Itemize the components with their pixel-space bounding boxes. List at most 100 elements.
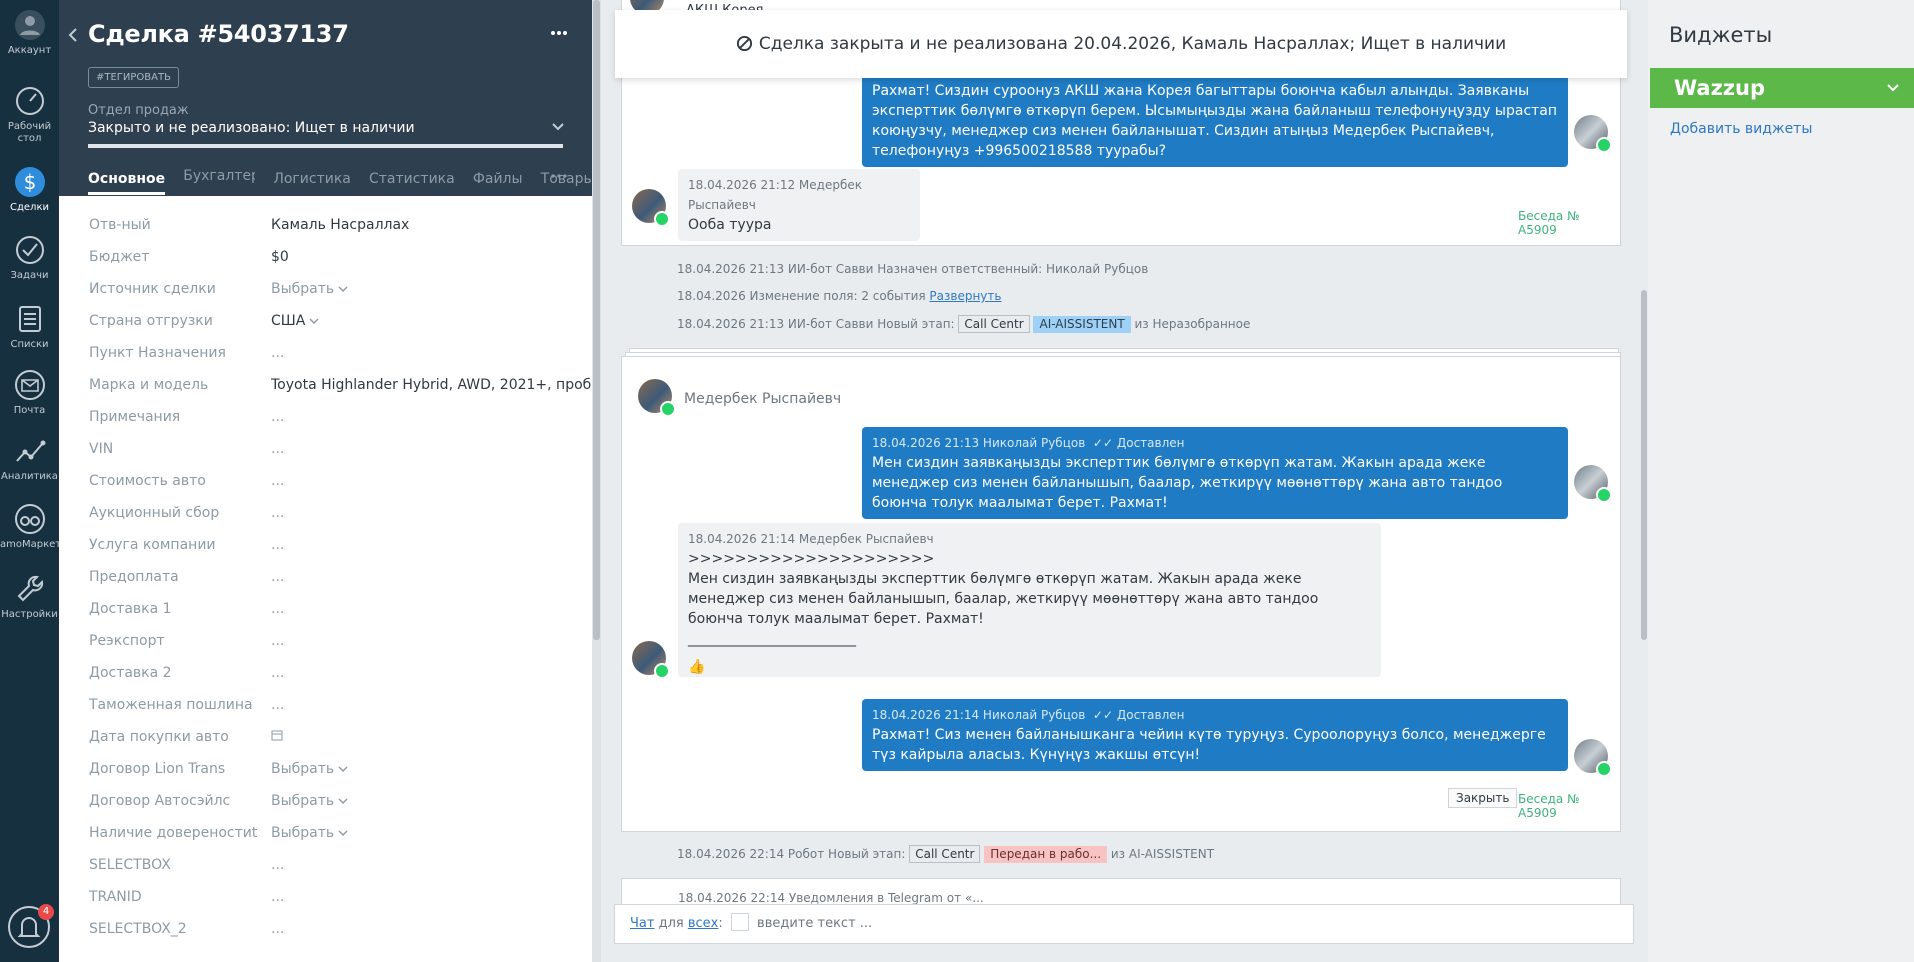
field-value[interactable]: ... (271, 921, 284, 937)
field-value[interactable]: США (271, 313, 319, 329)
nav-settings[interactable]: Настройки (0, 572, 59, 621)
whatsapp-icon (1596, 487, 1612, 503)
card-scrollbar[interactable] (593, 0, 600, 640)
nav-market[interactable]: amoМаркет (0, 502, 61, 551)
field-row: TRANID... (59, 882, 593, 914)
field-value[interactable]: $0 (271, 249, 289, 265)
chat-recipient-link[interactable]: всех (688, 916, 719, 931)
client-avatar (632, 641, 670, 679)
field-label: Договор Lion Trans (89, 761, 226, 777)
field-row: Примечания... (59, 402, 593, 434)
nav-mail[interactable]: Почта (0, 368, 59, 417)
more-dots-icon[interactable] (549, 170, 569, 182)
outgoing-message: Рахмат! Сиздин суроонуз АКШ жана Корея б… (862, 75, 1568, 167)
field-value[interactable] (271, 729, 283, 745)
field-value[interactable]: ... (271, 601, 284, 617)
nav-lists[interactable]: Списки (0, 302, 59, 351)
stage-tag: Передан в рабо... (984, 846, 1108, 863)
field-value[interactable]: Камаль Насраллах (271, 217, 409, 233)
dollar-icon: $ (14, 167, 45, 197)
tab-main[interactable]: Основное (88, 171, 166, 195)
tab-accounting[interactable]: Бухгалтерия (183, 168, 255, 184)
field-value[interactable]: ... (271, 665, 284, 681)
calendar-icon[interactable] (271, 729, 283, 741)
stage-tag: AI-AISSISTENT (1033, 316, 1131, 333)
nav-tasks[interactable]: Задачи (0, 233, 59, 282)
field-label: Бюджет (89, 249, 150, 265)
nav-analytics[interactable]: Аналитика (0, 434, 59, 483)
chevron-down-icon[interactable] (309, 317, 319, 325)
main-nav: Аккаунт Рабочий стол $ Сделки Задачи Спи… (0, 0, 61, 962)
nav-account[interactable]: Аккаунт (0, 8, 59, 57)
conversation-link[interactable]: Беседа № А5909 (1518, 209, 1620, 237)
whatsapp-icon (660, 401, 676, 417)
field-label: Источник сделки (89, 281, 216, 297)
field-value[interactable]: ... (271, 345, 284, 361)
chevron-down-icon[interactable] (338, 829, 348, 837)
deal-title: Сделка #54037137 (88, 20, 349, 48)
field-value[interactable]: ... (271, 857, 284, 873)
recipient-select[interactable] (730, 913, 749, 931)
field-label: Страна отгрузки (89, 313, 213, 329)
chat-text-input[interactable]: введите текст ... (757, 916, 872, 931)
status-select[interactable]: Закрыто и не реализовано: Ищет в наличии (88, 120, 415, 136)
conversation-link[interactable]: Беседа № А5909 (1518, 792, 1620, 820)
status-progress-bar (88, 144, 563, 148)
conversation-contact-name: Медербек Рыспайевч (684, 391, 842, 407)
field-value[interactable]: Выбрать (271, 281, 348, 297)
more-dots-icon[interactable] (548, 26, 570, 40)
outgoing-message: 18.04.2026 21:13 Николай Рубцов ✓✓ Доста… (862, 427, 1568, 519)
nav-leads[interactable]: $ Сделки (0, 165, 59, 214)
expand-link[interactable]: Развернуть (929, 289, 1001, 303)
chat-mode-link[interactable]: Чат (630, 916, 654, 931)
field-value[interactable]: Выбрать (271, 761, 348, 777)
chevron-down-icon[interactable] (1886, 82, 1900, 94)
field-row: Предоплата... (59, 562, 593, 594)
feed-scrollbar[interactable] (1641, 290, 1647, 640)
field-value[interactable]: Toyota Highlander Hybrid, AWD, 2021+, пр… (271, 377, 593, 393)
field-value[interactable]: ... (271, 441, 284, 457)
field-value[interactable]: ... (271, 505, 284, 521)
field-value[interactable]: ... (271, 569, 284, 585)
field-value[interactable]: Выбрать (271, 825, 348, 841)
add-widgets-link[interactable]: Добавить виджеты (1670, 121, 1812, 137)
close-conversation-button[interactable]: Закрыть (1448, 788, 1518, 808)
deal-card: Сделка #54037137 #ТЕГИРОВАТЬ Отдел прода… (59, 0, 593, 962)
field-label: Таможенная пошлина (89, 697, 253, 713)
field-row: Стоимость авто... (59, 466, 593, 498)
field-row: Страна отгрузки США (59, 306, 593, 338)
nav-dashboard[interactable]: Рабочий стол (0, 84, 59, 145)
notifications-button[interactable]: 4 (8, 904, 54, 948)
field-row: Дата покупки авто (59, 722, 593, 754)
field-value[interactable]: ... (271, 537, 284, 553)
field-label: SELECTBOX (89, 857, 171, 873)
notifications-badge: 4 (38, 904, 54, 920)
tab-files[interactable]: Файлы (473, 171, 523, 187)
field-value[interactable]: ... (271, 409, 284, 425)
field-label: VIN (89, 441, 114, 457)
outgoing-message: 18.04.2026 21:14 Николай Рубцов ✓✓ Доста… (862, 699, 1568, 771)
chevron-down-icon[interactable] (338, 797, 348, 805)
field-value[interactable]: ... (271, 633, 284, 649)
tab-statistics[interactable]: Статистика (369, 171, 455, 187)
card-tabs: Основное Бухгалтерия Логистика Статистик… (88, 168, 593, 195)
chevron-down-icon[interactable] (551, 121, 565, 133)
field-row: Марка и модель Toyota Highlander Hybrid, … (59, 370, 593, 402)
wazzup-widget[interactable]: Wazzup (1650, 68, 1914, 108)
chevron-down-icon[interactable] (338, 765, 348, 773)
wrench-icon (17, 575, 43, 602)
chevron-down-icon[interactable] (338, 285, 348, 293)
field-value[interactable]: ... (271, 473, 284, 489)
stage-tag: Call Centr (909, 845, 981, 863)
field-row: Отв-ный Камаль Насраллах (59, 210, 593, 242)
field-label: Аукционный сбор (89, 505, 220, 521)
svg-text:$: $ (23, 170, 36, 194)
conversation-block: Медербек Рыспайевч 18.04.2026 21:13 Нико… (621, 356, 1621, 832)
tab-logistics[interactable]: Логистика (273, 171, 351, 187)
field-value[interactable]: ... (271, 697, 284, 713)
field-value[interactable]: Выбрать (271, 793, 348, 809)
field-value[interactable]: ... (271, 889, 284, 905)
tag-button[interactable]: #ТЕГИРОВАТЬ (88, 67, 179, 88)
client-avatar (632, 189, 670, 227)
chevron-left-icon[interactable] (66, 26, 80, 44)
